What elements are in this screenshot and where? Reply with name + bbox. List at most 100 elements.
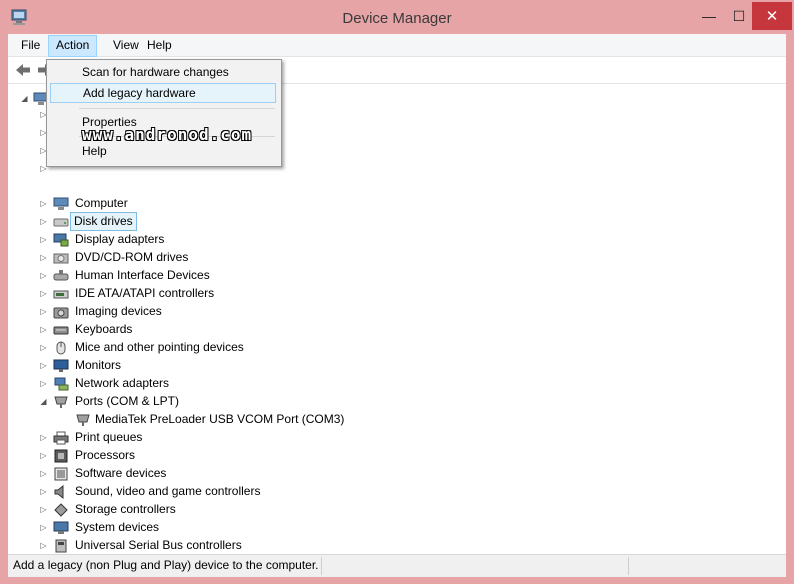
collapsed-arrow-icon[interactable]: ▷ xyxy=(39,429,48,447)
collapsed-arrow-icon[interactable]: ▷ xyxy=(39,357,48,375)
collapsed-arrow-icon[interactable]: ▷ xyxy=(39,501,48,519)
port-icon xyxy=(54,396,68,408)
collapsed-arrow-icon[interactable]: ▷ xyxy=(39,195,48,213)
tree-item-keyboards[interactable]: ▷ Keyboards xyxy=(39,321,439,339)
tree-item-mice[interactable]: ▷ Mice and other pointing devices xyxy=(39,339,439,357)
tree-item-label: Processors xyxy=(75,448,136,462)
collapsed-arrow-icon[interactable]: ▷ xyxy=(39,465,48,483)
tree-item-label: System devices xyxy=(75,520,160,534)
mouse-icon xyxy=(56,341,66,355)
tree-item-computer[interactable]: ▷ Computer xyxy=(39,195,439,213)
tree-item-label: Human Interface Devices xyxy=(75,268,210,282)
tree-item-monitors[interactable]: ▷ Monitors xyxy=(39,357,439,375)
ide-controller-icon xyxy=(53,290,69,299)
collapsed-arrow-icon[interactable]: ▷ xyxy=(39,447,48,465)
maximize-button[interactable]: ☐ xyxy=(724,2,754,30)
tree-item-display-adapters[interactable]: ▷ Display adapters xyxy=(39,231,439,249)
storage-controller-icon xyxy=(54,503,68,517)
tree-item-label: Disk drives xyxy=(70,212,137,231)
collapsed-arrow-icon[interactable]: ▷ xyxy=(39,249,48,267)
tree-item-label: Network adapters xyxy=(75,376,170,390)
back-icon[interactable] xyxy=(14,61,32,79)
tree-item-label: Sound, video and game controllers xyxy=(75,484,261,498)
tree-item-network-adapters[interactable]: ▷ Network adapters xyxy=(39,375,439,393)
collapsed-arrow-icon[interactable]: ▷ xyxy=(39,303,48,321)
tree-item-label: IDE ATA/ATAPI controllers xyxy=(75,286,215,300)
menu-item-help[interactable]: Help xyxy=(50,141,276,161)
action-menu-dropdown: Scan for hardware changes Add legacy har… xyxy=(46,59,282,167)
printer-icon xyxy=(53,431,69,445)
status-text: Add a legacy (non Plug and Play) device … xyxy=(13,558,319,572)
tree-item-label: Software devices xyxy=(75,466,167,480)
tree-item-human-interface-devices[interactable]: ▷ Human Interface Devices xyxy=(39,267,439,285)
tree-item-usb-controllers[interactable]: ▷ Universal Serial Bus controllers xyxy=(39,537,439,555)
tree-item-label: Universal Serial Bus controllers xyxy=(75,538,242,552)
status-bar: Add a legacy (non Plug and Play) device … xyxy=(8,554,786,577)
tree-item-label: Storage controllers xyxy=(75,502,176,516)
title-bar[interactable]: Device Manager — ☐ ✕ xyxy=(0,0,794,34)
hid-icon xyxy=(53,270,69,281)
dvd-drive-icon xyxy=(53,253,69,264)
tree-item-sound-controllers[interactable]: ▷ Sound, video and game controllers xyxy=(39,483,439,501)
status-divider xyxy=(628,557,629,575)
display-adapter-icon xyxy=(53,233,69,247)
tree-item-mediatek-port[interactable]: MediaTek PreLoader USB VCOM Port (COM3) xyxy=(75,411,475,429)
expanded-arrow-icon[interactable]: ◢ xyxy=(39,393,48,411)
menu-separator xyxy=(79,108,275,109)
tree-item-print-queues[interactable]: ▷ Print queues xyxy=(39,429,439,447)
collapsed-arrow-icon[interactable]: ▷ xyxy=(39,537,48,555)
menu-help[interactable]: Help xyxy=(140,35,179,55)
tree-item-processors[interactable]: ▷ Processors xyxy=(39,447,439,465)
close-button[interactable]: ✕ xyxy=(752,2,792,30)
tree-item-label: Monitors xyxy=(75,358,122,372)
tree-item-label: DVD/CD-ROM drives xyxy=(75,250,189,264)
system-device-icon xyxy=(53,521,69,534)
collapsed-arrow-icon[interactable]: ▷ xyxy=(39,483,48,501)
processor-icon xyxy=(54,449,68,463)
window-title: Device Manager xyxy=(342,10,452,27)
menu-bar: File Action View Help xyxy=(8,34,786,57)
tree-item-ports[interactable]: ◢ Ports (COM & LPT) xyxy=(39,393,439,411)
collapsed-arrow-icon[interactable]: ▷ xyxy=(39,267,48,285)
menu-action[interactable]: Action xyxy=(48,35,98,57)
computer-icon xyxy=(53,197,69,210)
tree-item-label: Mice and other pointing devices xyxy=(75,340,244,354)
collapsed-arrow-icon[interactable]: ▷ xyxy=(39,519,48,537)
menu-file[interactable]: File xyxy=(14,35,47,55)
tree-item-storage-controllers[interactable]: ▷ Storage controllers xyxy=(39,501,439,519)
keyboard-icon xyxy=(53,326,69,335)
camera-icon xyxy=(53,307,69,319)
network-adapter-icon xyxy=(54,377,69,391)
tree-item-label: Computer xyxy=(75,196,128,210)
tree-item-label: Print queues xyxy=(75,430,143,444)
tree-item-label: MediaTek PreLoader USB VCOM Port (COM3) xyxy=(95,412,345,426)
menu-item-add-legacy-hardware[interactable]: Add legacy hardware xyxy=(50,83,276,103)
disk-drive-icon xyxy=(53,218,69,227)
menu-item-scan-hardware[interactable]: Scan for hardware changes xyxy=(50,62,276,82)
collapsed-arrow-icon[interactable]: ▷ xyxy=(39,321,48,339)
tree-item-system-devices[interactable]: ▷ System devices xyxy=(39,519,439,537)
tree-item-software-devices[interactable]: ▷ Software devices xyxy=(39,465,439,483)
port-device-icon xyxy=(76,414,90,426)
tree-item-label: Display adapters xyxy=(75,232,165,246)
tree-item-ide-controllers[interactable]: ▷ IDE ATA/ATAPI controllers xyxy=(39,285,439,303)
collapsed-arrow-icon[interactable]: ▷ xyxy=(39,339,48,357)
speaker-icon xyxy=(54,485,64,499)
tree-item-label: Keyboards xyxy=(75,322,133,336)
collapsed-arrow-icon[interactable]: ▷ xyxy=(39,375,48,393)
software-device-icon xyxy=(54,467,68,481)
expanded-arrow-icon[interactable]: ◢ xyxy=(20,90,29,108)
tree-item-label: Ports (COM & LPT) xyxy=(75,394,180,408)
watermark-text: www.andronod.com xyxy=(82,125,253,144)
collapsed-arrow-icon[interactable]: ▷ xyxy=(39,231,48,249)
tree-item-disk-drives[interactable]: ▷ Disk drives xyxy=(39,212,439,231)
collapsed-arrow-icon[interactable]: ▷ xyxy=(39,285,48,303)
collapsed-arrow-icon[interactable]: ▷ xyxy=(39,213,48,231)
monitor-icon xyxy=(53,359,69,372)
usb-icon xyxy=(55,539,67,553)
minimize-button[interactable]: — xyxy=(694,2,724,30)
tree-item-label: Imaging devices xyxy=(75,304,162,318)
tree-item-imaging-devices[interactable]: ▷ Imaging devices xyxy=(39,303,439,321)
status-divider xyxy=(321,557,322,575)
tree-item-dvd-drives[interactable]: ▷ DVD/CD-ROM drives xyxy=(39,249,439,267)
